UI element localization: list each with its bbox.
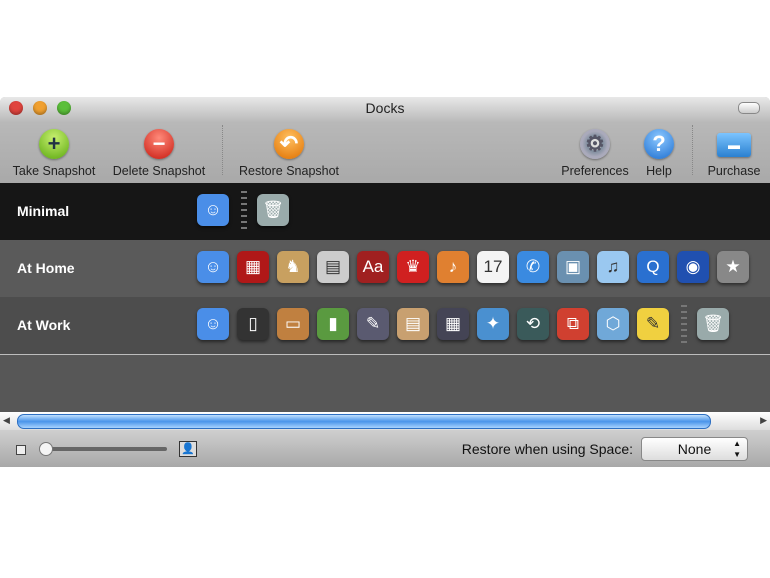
title-bar: Docks + Take Snapshot − Delete Snapshot … bbox=[0, 97, 770, 183]
restore-arrow-icon: ↶ bbox=[274, 129, 304, 159]
help-icon: ? bbox=[644, 129, 674, 159]
space-select-value: None bbox=[677, 441, 712, 457]
dock-row-label: At Home bbox=[17, 260, 75, 276]
restore-snapshot-label: Restore Snapshot bbox=[238, 164, 340, 178]
dock-row-label: Minimal bbox=[17, 203, 70, 219]
small-size-icon bbox=[16, 445, 26, 455]
preferences-button[interactable]: ⚙ Preferences bbox=[558, 129, 632, 178]
iphone-config-icon: ▯ bbox=[237, 308, 269, 340]
dvd-player-icon: ▤ bbox=[317, 251, 349, 283]
delete-snapshot-button[interactable]: − Delete Snapshot bbox=[108, 129, 210, 178]
gear-icon: ⚙ bbox=[580, 129, 610, 159]
dock-row-minimal[interactable]: Minimal ☺ 🗑 bbox=[0, 183, 770, 240]
empty-area bbox=[0, 355, 770, 412]
iphoto-icon: ▣ bbox=[557, 251, 589, 283]
finder-icon: ☺ bbox=[197, 194, 229, 226]
preferences-label: Preferences bbox=[561, 164, 629, 178]
safari-icon: ✦ bbox=[477, 308, 509, 340]
chess-icon: ♞ bbox=[277, 251, 309, 283]
imovie-icon: ★ bbox=[717, 251, 749, 283]
docks-window: Docks + Take Snapshot − Delete Snapshot … bbox=[0, 97, 770, 467]
purchase-label: Purchase bbox=[707, 164, 761, 178]
horizontal-scrollbar[interactable]: ◀ ▶ bbox=[0, 412, 770, 430]
large-size-icon: 👤 bbox=[179, 441, 197, 457]
bottom-bar: 👤 Restore when using Space: None ▲ ▼ bbox=[0, 430, 770, 467]
scrollbar-thumb[interactable] bbox=[17, 414, 711, 429]
photo-booth-icon: ▦ bbox=[237, 251, 269, 283]
time-machine-icon: ⟲ bbox=[517, 308, 549, 340]
dvd-player-disc-icon: ◉ bbox=[677, 251, 709, 283]
take-snapshot-button[interactable]: + Take Snapshot bbox=[8, 129, 100, 178]
script-editor-icon: ✎ bbox=[357, 308, 389, 340]
restore-snapshot-button[interactable]: ↶ Restore Snapshot bbox=[234, 129, 344, 178]
purchase-button[interactable]: ▬ Purchase bbox=[703, 129, 765, 178]
toolbar-toggle-button[interactable] bbox=[738, 102, 760, 114]
quicktime-icon: Q bbox=[637, 251, 669, 283]
icon-size-slider-knob[interactable] bbox=[39, 442, 53, 456]
restore-space-label: Restore when using Space: bbox=[461, 441, 633, 457]
garageband-icon: ♪ bbox=[437, 251, 469, 283]
finder-icon: ☺ bbox=[197, 251, 229, 283]
dock-row-label: At Work bbox=[17, 317, 71, 333]
numbers-icon: ▮ bbox=[317, 308, 349, 340]
virtualbox-icon: ⬡ bbox=[597, 308, 629, 340]
toolbar-separator bbox=[222, 125, 223, 175]
plus-icon: + bbox=[39, 129, 69, 159]
trash-icon: 🗑 bbox=[697, 308, 729, 340]
scroll-left-arrow-icon[interactable]: ◀ bbox=[3, 415, 10, 426]
vmware-fusion-icon: ⧉ bbox=[557, 308, 589, 340]
dictionary-icon: Aa bbox=[357, 251, 389, 283]
spaces-icon: ▦ bbox=[437, 308, 469, 340]
dock-row-at-work[interactable]: At Work ☺ ▯ ▭ ▮ ✎ ▤ ▦ ✦ ⟲ ⧉ ⬡ ✎ 🗑 bbox=[0, 297, 770, 354]
scroll-right-arrow-icon[interactable]: ▶ bbox=[760, 415, 767, 426]
take-snapshot-label: Take Snapshot bbox=[12, 164, 96, 178]
help-label: Help bbox=[646, 164, 672, 178]
keynote-icon: ▭ bbox=[277, 308, 309, 340]
toolbar-separator bbox=[692, 125, 693, 175]
dock-separator bbox=[241, 191, 247, 231]
minus-icon: − bbox=[144, 129, 174, 159]
finder-icon: ☺ bbox=[197, 308, 229, 340]
stepper-arrows-icon: ▲ ▼ bbox=[733, 439, 741, 459]
credit-card-icon: ▬ bbox=[717, 133, 751, 157]
delete-snapshot-label: Delete Snapshot bbox=[112, 164, 206, 178]
preview-icon: ▤ bbox=[397, 308, 429, 340]
help-button[interactable]: ? Help bbox=[640, 129, 678, 178]
window-title: Docks bbox=[365, 100, 405, 116]
stickies-icon: ✎ bbox=[637, 308, 669, 340]
space-select[interactable]: None ▲ ▼ bbox=[641, 437, 748, 461]
ichat-icon: ✆ bbox=[517, 251, 549, 283]
trash-icon: 🗑 bbox=[257, 194, 289, 226]
dock-separator bbox=[681, 305, 687, 345]
icon-size-slider[interactable] bbox=[45, 447, 167, 451]
dock-row-at-home[interactable]: At Home ☺ ▦ ♞ ▤ Aa ♛ ♪ 17 ✆ ▣ ♫ Q ◉ ★ bbox=[0, 240, 770, 297]
itunes-icon: ♫ bbox=[597, 251, 629, 283]
ical-icon: 17 bbox=[477, 251, 509, 283]
front-row-icon: ♛ bbox=[397, 251, 429, 283]
